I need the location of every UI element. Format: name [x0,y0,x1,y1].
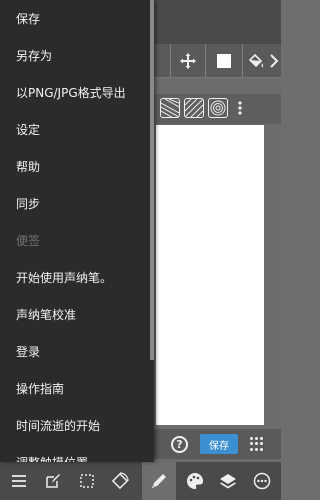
rotate-icon[interactable] [103,462,137,500]
selection-icon[interactable] [70,462,104,500]
menu-item-adjust-touch[interactable]: 调整触摸位置 [0,444,150,462]
move-icon[interactable] [170,44,204,78]
drawing-canvas[interactable] [156,125,264,425]
menu-scrollbar[interactable] [150,0,154,360]
menu-item-sonar-pen-calibration[interactable]: 声纳笔校准 [0,296,150,333]
more-vert-icon[interactable] [232,96,248,120]
menu-item-notes: 便签 [16,234,41,248]
main-menu: 保存 另存为 以PNG/JPG格式导出 设定 帮助 同步 便签 开始使用声纳笔。… [0,0,154,462]
menu-icon[interactable] [2,462,36,500]
edit-icon[interactable] [36,462,70,500]
save-button[interactable]: 保存 [200,434,238,454]
brush-circle-icon[interactable] [208,98,228,118]
help-icon[interactable]: ? [171,436,188,453]
menu-item-login[interactable]: 登录 [0,333,150,370]
palette-icon[interactable] [178,462,212,500]
menu-item-guide[interactable]: 操作指南 [0,370,150,407]
brush-lines-icon[interactable] [160,98,180,118]
menu-item-settings[interactable]: 设定 [0,111,150,148]
menu-item-save[interactable]: 保存 [0,0,150,37]
more-icon[interactable] [245,462,279,500]
layers-icon[interactable] [211,462,245,500]
menu-item-sync[interactable]: 同步 [0,185,150,222]
pen-icon[interactable] [142,462,176,500]
menu-item-export[interactable]: 以PNG/JPG格式导出 [0,74,150,111]
menu-item-start-sonar-pen[interactable]: 开始使用声纳笔。 [0,259,150,296]
menu-item-help[interactable]: 帮助 [0,148,150,185]
grid-dots-icon[interactable] [250,437,264,451]
chevron-right-icon[interactable] [266,44,281,78]
menu-item-save-as[interactable]: 另存为 [0,37,150,74]
brush-hatch-icon[interactable] [184,98,204,118]
menu-item-timelapse[interactable]: 时间流逝的开始 [0,407,150,444]
fill-color-square-icon[interactable] [205,44,241,78]
paint-bucket-icon[interactable] [242,44,268,78]
